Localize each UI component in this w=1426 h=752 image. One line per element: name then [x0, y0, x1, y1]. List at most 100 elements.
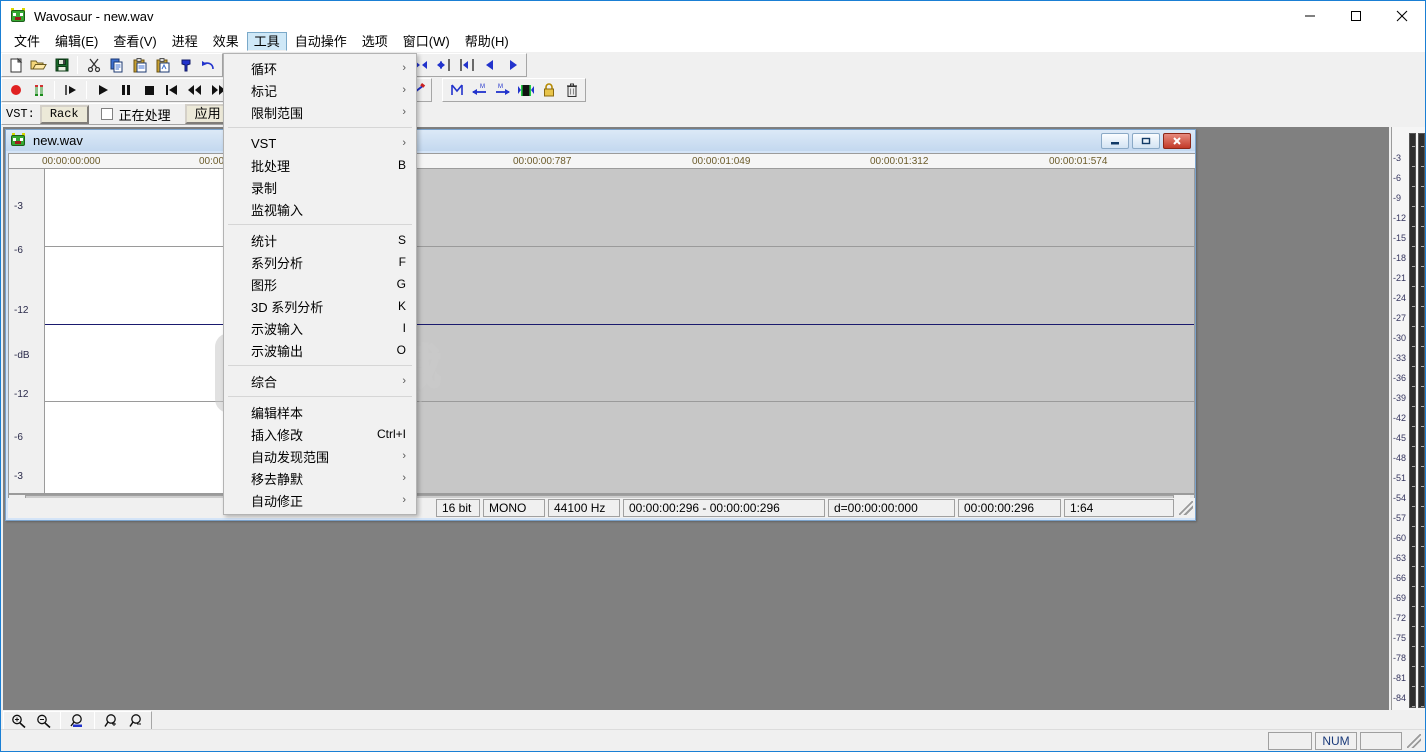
menu-item-auto-correct[interactable]: 自动修正 ›: [224, 489, 416, 511]
vu-tick: [1412, 626, 1415, 627]
vu-meter-bar-right: [1418, 133, 1425, 708]
menu-file[interactable]: 文件: [7, 32, 47, 51]
document-close-button[interactable]: [1163, 133, 1191, 149]
waveform-canvas[interactable]: 安 安下载 anxz.com: [45, 169, 1194, 493]
zoom-selection-icon[interactable]: [65, 712, 90, 731]
vu-tick: [1421, 266, 1424, 267]
vu-tick: [1421, 626, 1424, 627]
vu-label: -45: [1393, 433, 1407, 443]
zero-amplitude-line: [45, 324, 1194, 325]
menu-help[interactable]: 帮助(H): [458, 32, 516, 51]
vu-tick: [1421, 466, 1424, 467]
menu-item-spectrum-analysis[interactable]: 系列分析 F: [224, 251, 416, 273]
resize-grip-icon[interactable]: [1407, 733, 1421, 748]
zoom-vertical-out-icon[interactable]: [124, 712, 149, 731]
zoom-out-icon[interactable]: [31, 712, 56, 731]
vu-tick: [1421, 426, 1424, 427]
menu-item-limit-range[interactable]: 限制范围 ›: [224, 101, 416, 123]
vu-tick: [1412, 406, 1415, 407]
minimize-button[interactable]: [1287, 1, 1333, 31]
menu-automation[interactable]: 自动操作: [288, 32, 354, 51]
menu-item-record[interactable]: 录制: [224, 176, 416, 198]
record-icon[interactable]: [4, 79, 27, 101]
pause-icon[interactable]: [114, 79, 137, 101]
svg-text:M: M: [480, 84, 485, 90]
play-from-cursor-icon[interactable]: [59, 79, 82, 101]
menu-item-remove-silence[interactable]: 移去静默 ›: [224, 467, 416, 489]
menu-item-3d-spectrum-analysis[interactable]: 3D 系列分析 K: [224, 295, 416, 317]
cut-scissors-icon[interactable]: [82, 54, 105, 76]
vu-label: -36: [1393, 373, 1407, 383]
vu-label: -57: [1393, 513, 1407, 523]
marker-m-icon[interactable]: [445, 79, 468, 101]
vu-tick: [1412, 266, 1415, 267]
vu-tick: [1412, 566, 1415, 567]
menu-item-edit-sample[interactable]: 编辑样本: [224, 401, 416, 423]
menu-item-batch-process[interactable]: 批处理 B: [224, 154, 416, 176]
undo-icon[interactable]: [197, 54, 220, 76]
maximize-button[interactable]: [1333, 1, 1379, 31]
menu-options[interactable]: 选项: [355, 32, 395, 51]
document-restore-button[interactable]: [1132, 133, 1160, 149]
window-title: Wavosaur - new.wav: [34, 8, 154, 24]
lock-icon[interactable]: [537, 79, 560, 101]
select-to-end-icon[interactable]: [432, 54, 455, 76]
menu-view[interactable]: 查看(V): [106, 32, 163, 51]
menu-effects[interactable]: 效果: [206, 32, 246, 51]
vu-tick: [1412, 666, 1415, 667]
zoom-in-icon[interactable]: [6, 712, 31, 731]
menu-item-insert-modify[interactable]: 插入修改 Ctrl+I: [224, 423, 416, 445]
close-button[interactable]: [1379, 1, 1425, 31]
vst-processing-checkbox[interactable]: [100, 108, 113, 120]
status-channels: MONO: [483, 499, 545, 517]
menu-item-monitor-input[interactable]: 监视输入: [224, 198, 416, 220]
open-folder-icon[interactable]: [27, 54, 50, 76]
vu-label: -54: [1393, 493, 1407, 503]
menu-item-oscilloscope-output[interactable]: 示波输出 O: [224, 339, 416, 361]
paste-special-icon[interactable]: [151, 54, 174, 76]
menu-item-oscilloscope-input[interactable]: 示波输入 I: [224, 317, 416, 339]
play-icon[interactable]: [91, 79, 114, 101]
vu-tick: [1412, 426, 1415, 427]
menu-item-loop[interactable]: 循环 ›: [224, 57, 416, 79]
menu-item-graph[interactable]: 图形 G: [224, 273, 416, 295]
resize-grip-icon[interactable]: [1179, 501, 1193, 515]
vst-rack-button[interactable]: Rack: [39, 104, 89, 124]
rewind-start-icon[interactable]: [160, 79, 183, 101]
menu-tools[interactable]: 工具: [246, 31, 287, 51]
menu-item-statistics[interactable]: 统计 S: [224, 229, 416, 251]
step-forward-icon[interactable]: [501, 54, 524, 76]
vu-label: -72: [1393, 613, 1407, 623]
menu-window[interactable]: 窗口(W): [396, 32, 457, 51]
menu-item-synthesis[interactable]: 综合 ›: [224, 370, 416, 392]
wavosaur-window: Wavosaur - new.wav 文件 编辑(E) 查看(V) 进程 效果 …: [0, 0, 1426, 752]
marker-right-icon[interactable]: M: [491, 79, 514, 101]
menu-item-vst[interactable]: VST ›: [224, 132, 416, 154]
zoom-vertical-in-icon[interactable]: [99, 712, 124, 731]
vu-label: -63: [1393, 553, 1407, 563]
menu-process[interactable]: 进程: [165, 32, 205, 51]
copy-icon[interactable]: [105, 54, 128, 76]
vu-tick: [1412, 586, 1415, 587]
paste-icon[interactable]: [128, 54, 151, 76]
menu-item-marker[interactable]: 标记 ›: [224, 79, 416, 101]
menu-item-auto-find-range[interactable]: 自动发现范围 ›: [224, 445, 416, 467]
document-minimize-button[interactable]: [1101, 133, 1129, 149]
save-disk-icon[interactable]: [50, 54, 73, 76]
new-file-icon[interactable]: [4, 54, 27, 76]
timeline-ruler[interactable]: 00:00:00:000 00:00:00:262 00:00:00:524 0…: [8, 153, 1195, 169]
stop-icon[interactable]: [137, 79, 160, 101]
delete-trash-icon[interactable]: [560, 79, 583, 101]
pin-icon[interactable]: [174, 54, 197, 76]
select-between-icon[interactable]: [455, 54, 478, 76]
marker-left-icon[interactable]: M: [468, 79, 491, 101]
step-back-icon[interactable]: [478, 54, 501, 76]
marker-region-icon[interactable]: [514, 79, 537, 101]
tools-dropdown-menu: 循环 › 标记 › 限制范围 › VST › 批处理 B 录制 监视输入 统计 …: [223, 53, 417, 515]
menu-edit[interactable]: 编辑(E): [48, 32, 105, 51]
grid-line: [45, 401, 1194, 402]
status-slot-3: [1360, 731, 1402, 750]
levels-icon[interactable]: [27, 79, 50, 101]
vu-tick: [1421, 486, 1424, 487]
rewind-icon[interactable]: [183, 79, 206, 101]
